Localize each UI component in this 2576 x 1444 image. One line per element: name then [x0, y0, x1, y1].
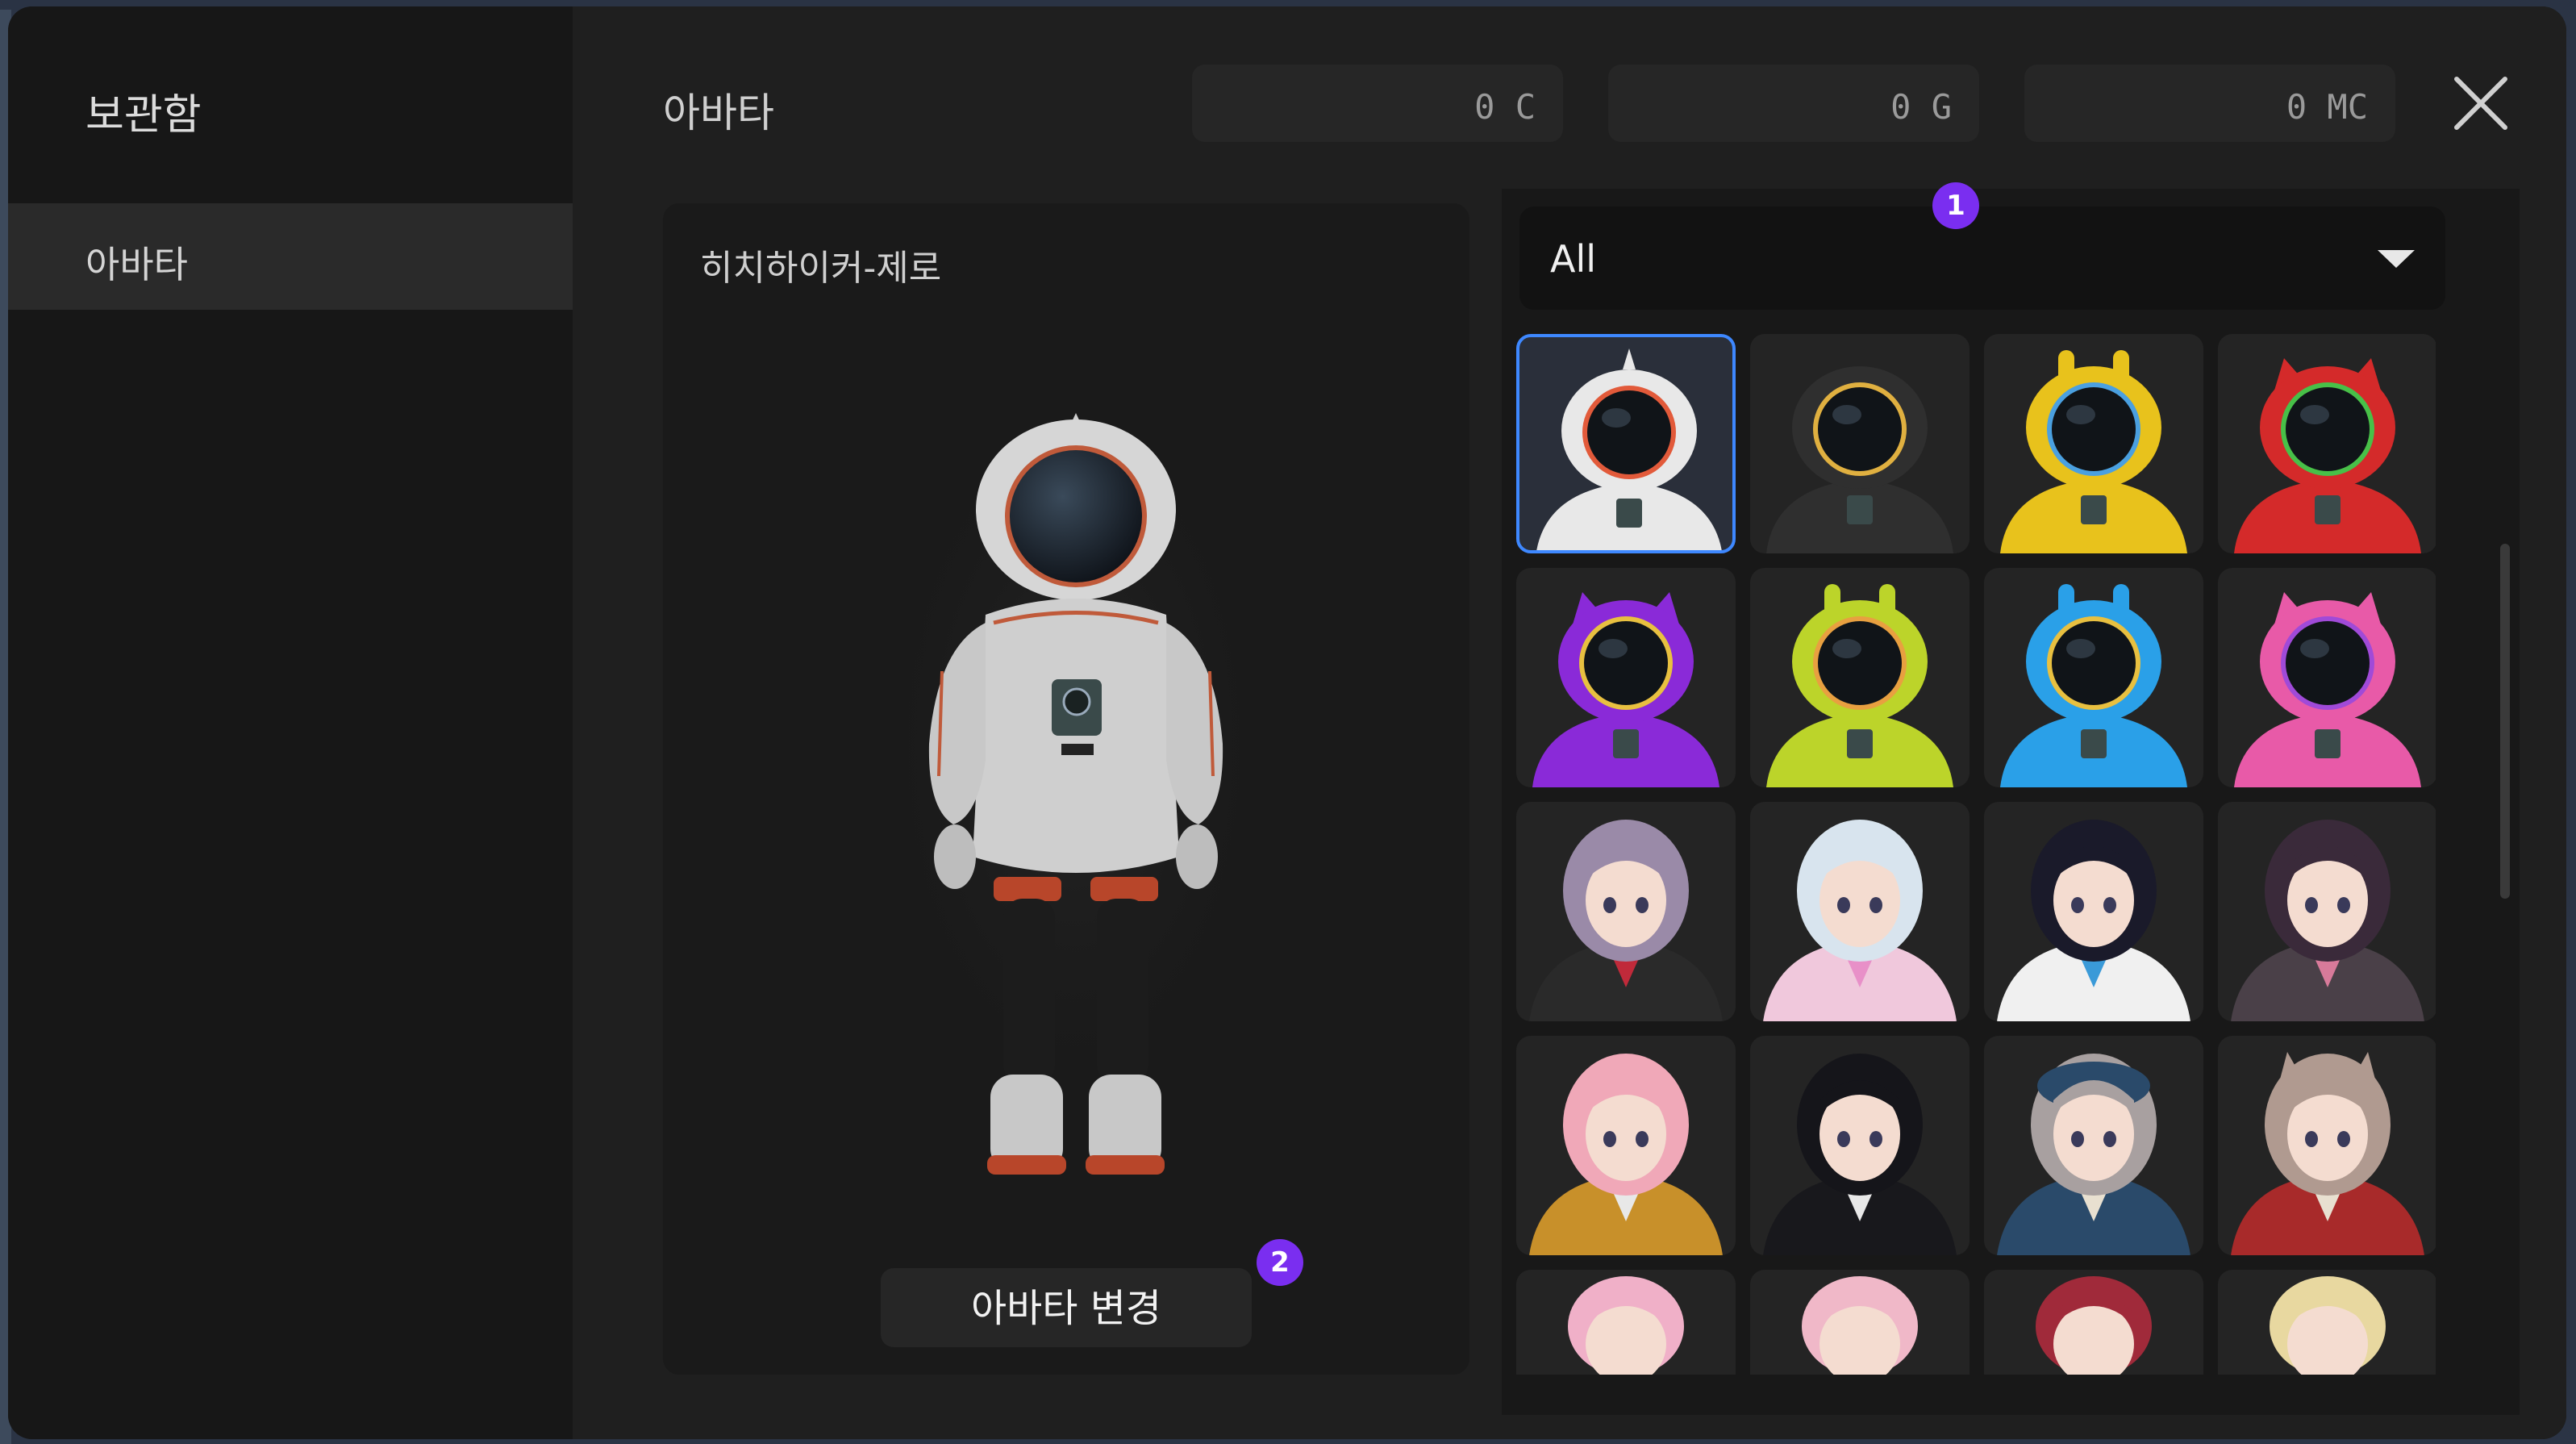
sidebar-item-label: 아바타 [85, 243, 188, 286]
avatar-tile[interactable] [2218, 334, 2436, 553]
sidebar: 보관함 아바타 [8, 6, 573, 1439]
sidebar-item-avatar[interactable]: 아바타 [8, 203, 573, 310]
avatar-tile[interactable] [2218, 1270, 2436, 1375]
avatar-tile[interactable] [2218, 802, 2436, 1021]
avatar-preview-panel: 히치하이커-제로 아바타 변경 2 [663, 203, 1469, 1375]
avatar-tile[interactable] [1516, 1036, 1736, 1255]
avatar-tile[interactable] [1750, 1036, 1970, 1255]
avatar-tile[interactable] [1984, 568, 2203, 787]
close-icon [2454, 77, 2507, 130]
avatar-tile[interactable] [1516, 802, 1736, 1021]
annotation-badge-1: 1 [1932, 182, 1979, 229]
avatar-tile[interactable] [1516, 1270, 1736, 1375]
avatar-tile[interactable] [1984, 334, 2203, 553]
avatar-tile[interactable] [1984, 1036, 2203, 1255]
avatar-tile[interactable] [1750, 1270, 1970, 1375]
avatar-tile[interactable] [1750, 802, 1970, 1021]
close-button[interactable] [2450, 73, 2511, 134]
avatar-grid [1516, 334, 2436, 1375]
avatar-tile[interactable] [2218, 568, 2436, 787]
sidebar-title: 보관함 [85, 91, 202, 140]
avatar-tile[interactable] [2218, 1036, 2436, 1255]
main-panel: 아바타 0 C 0 G 0 MC 히치하이커-제로 아바타 변경 2 All 1 [573, 6, 2566, 1439]
avatar-tile[interactable] [1516, 568, 1736, 787]
filter-dropdown[interactable]: All [1519, 207, 2445, 310]
avatar-tile[interactable] [1750, 334, 1970, 553]
avatar-tile[interactable] [1750, 568, 1970, 787]
avatar-tile[interactable] [1516, 334, 1736, 553]
currency-c-value: 0 C [1474, 87, 1536, 127]
currency-g: 0 G [1608, 65, 1979, 142]
chevron-down-icon [2378, 250, 2415, 268]
scrollbar-thumb[interactable] [2500, 544, 2510, 899]
avatar-3d-preview[interactable] [865, 405, 1284, 1204]
annotation-badge-2: 2 [1257, 1239, 1303, 1286]
avatar-name: 히치하이커-제로 [700, 248, 942, 289]
change-avatar-button[interactable]: 아바타 변경 [881, 1268, 1252, 1347]
avatar-tile[interactable] [1984, 802, 2203, 1021]
currency-mc-value: 0 MC [2286, 87, 2368, 127]
scrollbar[interactable] [2500, 358, 2510, 1407]
currency-mc: 0 MC [2024, 65, 2395, 142]
inventory-window: 보관함 아바타 아바타 0 C 0 G 0 MC 히치하이커-제로 아바타 변경… [8, 6, 2566, 1439]
avatar-gallery: All [1502, 189, 2520, 1415]
filter-selected-value: All [1550, 237, 1597, 281]
currency-g-value: 0 G [1890, 87, 1952, 127]
currency-c: 0 C [1192, 65, 1563, 142]
avatar-tile[interactable] [1984, 1270, 2203, 1375]
page-title: 아바타 [663, 90, 774, 136]
